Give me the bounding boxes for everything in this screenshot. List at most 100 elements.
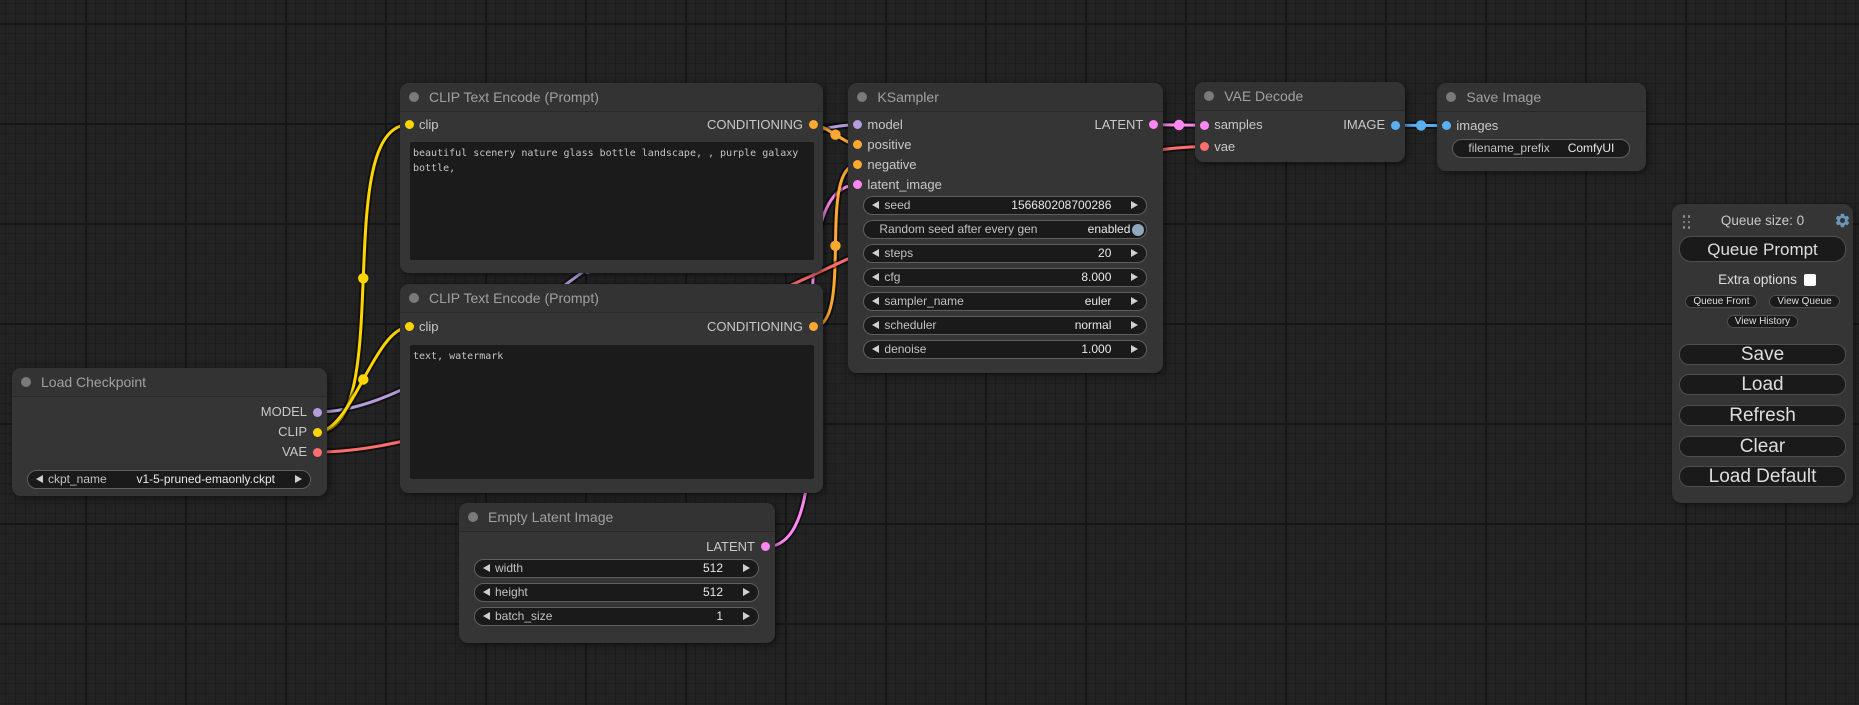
widget-value[interactable]: 8.000 <box>1081 269 1111 286</box>
node-title-bar[interactable]: Empty Latent Image <box>459 503 775 532</box>
node-clip-text-encode-2[interactable]: CLIP Text Encode (Prompt) clip CONDITION… <box>400 284 823 493</box>
widget-value[interactable]: 512 <box>703 584 723 601</box>
decrement-arrow-icon[interactable] <box>872 273 879 281</box>
extra-options-checkbox[interactable] <box>1804 274 1816 286</box>
node-title-bar[interactable]: Save Image <box>1437 83 1646 112</box>
input-slot-samples[interactable] <box>1200 121 1209 130</box>
widget-value[interactable]: euler <box>1085 293 1112 310</box>
output-slot-LATENT[interactable] <box>761 542 770 551</box>
settings-gear-icon[interactable] <box>1834 212 1851 229</box>
node-save-image[interactable]: Save Image imagesfilename_prefix ComfyUI <box>1437 83 1646 171</box>
input-slot-latent_image[interactable] <box>853 180 862 189</box>
link-midpoint-dot[interactable] <box>1174 120 1184 130</box>
decrement-arrow-icon[interactable] <box>872 249 879 257</box>
increment-arrow-icon[interactable] <box>743 564 750 572</box>
output-slot-CONDITIONING[interactable] <box>809 120 818 129</box>
increment-arrow-icon[interactable] <box>1131 201 1138 209</box>
node-status-dot-icon <box>468 512 478 522</box>
output-slot-CLIP[interactable] <box>313 428 322 437</box>
clear-button[interactable]: Clear <box>1679 436 1846 457</box>
toggle-dot-icon[interactable] <box>1132 224 1144 236</box>
decrement-arrow-icon[interactable] <box>483 564 490 572</box>
decrement-arrow-icon[interactable] <box>36 475 43 483</box>
widget-width[interactable]: width 512 <box>474 559 759 578</box>
widget-filename_prefix[interactable]: filename_prefix ComfyUI <box>1452 139 1630 158</box>
prompt-textarea[interactable]: text, watermark <box>410 345 814 479</box>
widget-height[interactable]: height 512 <box>474 583 759 602</box>
increment-arrow-icon[interactable] <box>1131 249 1138 257</box>
widget-denoise[interactable]: denoise 1.000 <box>863 340 1147 359</box>
view-history-button[interactable]: View History <box>1727 315 1798 328</box>
increment-arrow-icon[interactable] <box>1131 297 1138 305</box>
refresh-button[interactable]: Refresh <box>1679 405 1846 426</box>
view-queue-button[interactable]: View Queue <box>1769 295 1839 308</box>
decrement-arrow-icon[interactable] <box>872 321 879 329</box>
link-midpoint-dot[interactable] <box>830 241 840 251</box>
output-slot-MODEL[interactable] <box>313 408 322 417</box>
node-ksampler[interactable]: KSampler model positive negative latent_… <box>848 83 1163 373</box>
increment-arrow-icon[interactable] <box>295 475 302 483</box>
widget-value[interactable]: 156680208700286 <box>1011 197 1111 214</box>
node-status-dot-icon <box>1204 91 1214 101</box>
node-empty-latent-image[interactable]: Empty Latent Image LATENT width 512 heig… <box>459 503 775 643</box>
increment-arrow-icon[interactable] <box>743 588 750 596</box>
load-button[interactable]: Load <box>1679 374 1846 395</box>
increment-arrow-icon[interactable] <box>1131 321 1138 329</box>
widget-value[interactable]: 1.000 <box>1081 341 1111 358</box>
input-slot-clip[interactable] <box>405 120 414 129</box>
input-slot-label: negative <box>867 155 916 175</box>
link-midpoint-dot[interactable] <box>830 130 840 140</box>
decrement-arrow-icon[interactable] <box>483 612 490 620</box>
decrement-arrow-icon[interactable] <box>872 345 879 353</box>
input-slot-model[interactable] <box>853 120 862 129</box>
increment-arrow-icon[interactable] <box>1131 345 1138 353</box>
node-title-bar[interactable]: CLIP Text Encode (Prompt) <box>400 284 823 313</box>
output-slot-LATENT[interactable] <box>1149 120 1158 129</box>
output-slot-IMAGE[interactable] <box>1391 121 1400 130</box>
link-midpoint-dot[interactable] <box>1416 120 1426 130</box>
widget-value[interactable]: ComfyUI <box>1568 140 1615 157</box>
widget-steps[interactable]: steps 20 <box>863 244 1147 263</box>
prompt-textarea[interactable]: beautiful scenery nature glass bottle la… <box>410 142 814 260</box>
widget-scheduler[interactable]: scheduler normal <box>863 316 1147 335</box>
link-midpoint-dot[interactable] <box>358 273 368 283</box>
input-slot-negative[interactable] <box>853 160 862 169</box>
widget-ckpt_name[interactable]: ckpt_name v1-5-pruned-emaonly.ckpt <box>27 470 311 489</box>
widget-Random seed after every gen[interactable]: Random seed after every gen enabled <box>863 220 1147 239</box>
input-slot-clip[interactable] <box>405 322 414 331</box>
node-title-bar[interactable]: CLIP Text Encode (Prompt) <box>400 83 823 112</box>
node-vae-decode[interactable]: VAE Decode samples vae IMAGE <box>1195 82 1405 162</box>
queue-prompt-button[interactable]: Queue Prompt <box>1679 236 1846 262</box>
input-slot-positive[interactable] <box>853 140 862 149</box>
widget-value[interactable]: 512 <box>703 560 723 577</box>
widget-value[interactable]: 20 <box>1098 245 1111 262</box>
decrement-arrow-icon[interactable] <box>483 588 490 596</box>
node-graph-canvas[interactable]: Load Checkpoint MODEL CLIP VAE ckpt_name… <box>0 0 1859 705</box>
widget-seed[interactable]: seed 156680208700286 <box>863 196 1147 215</box>
widget-label: filename_prefix <box>1468 140 1549 157</box>
queue-front-button[interactable]: Queue Front <box>1685 295 1757 308</box>
increment-arrow-icon[interactable] <box>743 612 750 620</box>
link-midpoint-dot[interactable] <box>358 374 368 384</box>
output-slot-VAE[interactable] <box>313 448 322 457</box>
widget-sampler_name[interactable]: sampler_name euler <box>863 292 1147 311</box>
input-slot-vae[interactable] <box>1200 142 1209 151</box>
load-default-button[interactable]: Load Default <box>1679 466 1846 487</box>
node-load-checkpoint[interactable]: Load Checkpoint MODEL CLIP VAE ckpt_name… <box>12 368 327 496</box>
decrement-arrow-icon[interactable] <box>872 297 879 305</box>
node-title-bar[interactable]: Load Checkpoint <box>12 368 327 397</box>
widget-value[interactable]: v1-5-pruned-emaonly.ckpt <box>136 471 275 488</box>
widget-value[interactable]: normal <box>1075 317 1112 334</box>
node-title-bar[interactable]: VAE Decode <box>1195 82 1405 111</box>
node-title-bar[interactable]: KSampler <box>848 83 1163 112</box>
increment-arrow-icon[interactable] <box>1131 273 1138 281</box>
widget-batch_size[interactable]: batch_size 1 <box>474 607 759 626</box>
node-clip-text-encode-1[interactable]: CLIP Text Encode (Prompt) clip CONDITION… <box>400 83 823 273</box>
widget-label: width <box>495 560 523 577</box>
input-slot-images[interactable] <box>1442 121 1451 130</box>
decrement-arrow-icon[interactable] <box>872 201 879 209</box>
widget-value[interactable]: 1 <box>716 608 723 625</box>
widget-cfg[interactable]: cfg 8.000 <box>863 268 1147 287</box>
save-button[interactable]: Save <box>1679 344 1846 365</box>
output-slot-CONDITIONING[interactable] <box>809 322 818 331</box>
